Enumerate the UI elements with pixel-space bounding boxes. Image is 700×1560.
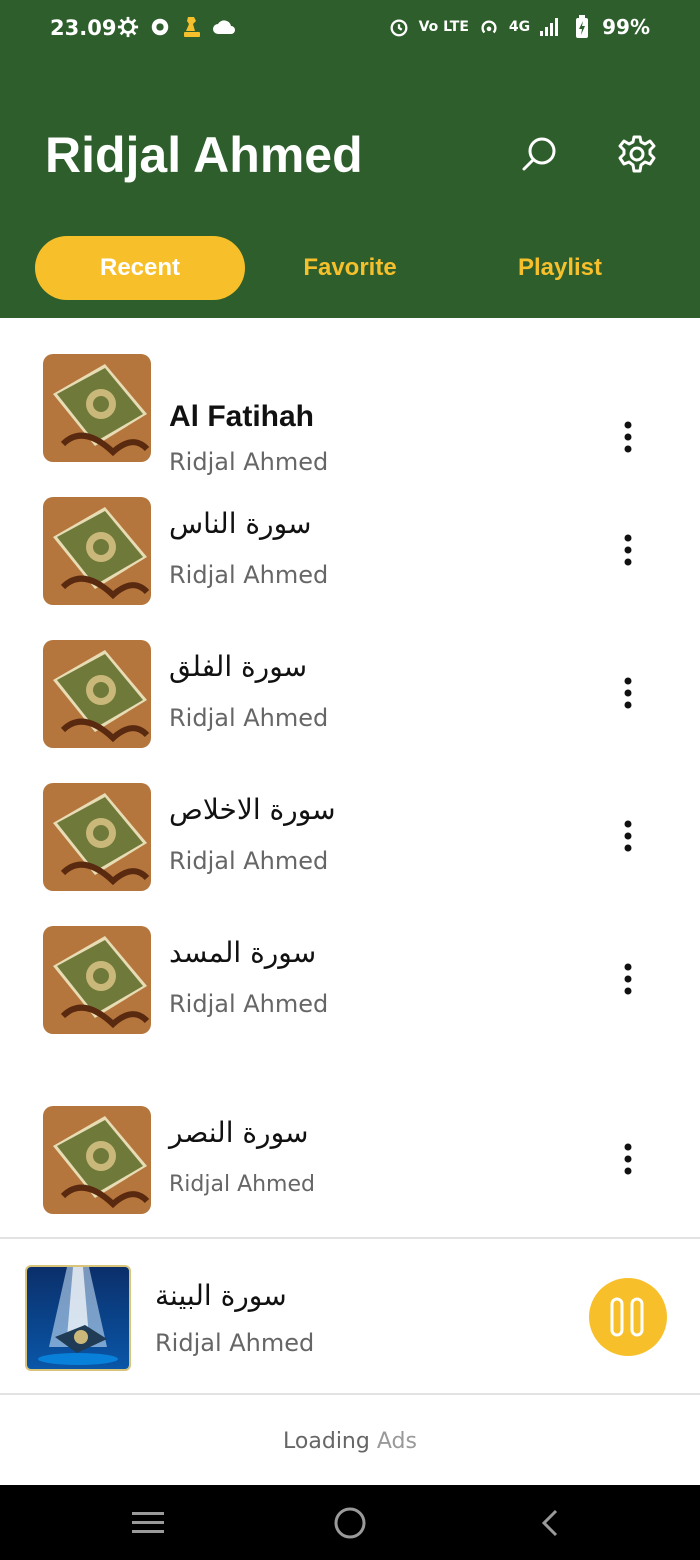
list-item[interactable]: Al Fatihah Ridjal Ahmed bbox=[0, 348, 700, 476]
track-title: Al Fatihah bbox=[169, 400, 315, 433]
hotspot-icon bbox=[477, 15, 501, 39]
track-artist: Ridjal Ahmed bbox=[169, 847, 329, 875]
track-title: سورة الاخلاص bbox=[169, 793, 336, 826]
track-artist: Ridjal Ahmed bbox=[169, 704, 329, 732]
alarm-icon bbox=[387, 15, 411, 39]
more-vert-icon bbox=[624, 677, 632, 709]
settings-button[interactable] bbox=[609, 126, 665, 182]
tab-recent[interactable]: Recent bbox=[35, 236, 245, 300]
back-chevron-icon bbox=[541, 1509, 558, 1537]
more-vert-icon bbox=[624, 1143, 632, 1175]
more-options-button[interactable] bbox=[608, 1134, 648, 1184]
network-type: 4G bbox=[508, 19, 531, 35]
tab-playlist[interactable]: Playlist bbox=[455, 236, 665, 300]
more-options-button[interactable] bbox=[608, 954, 648, 1004]
battery-percent: 99% bbox=[602, 15, 650, 39]
more-vert-icon bbox=[624, 534, 632, 566]
tab-favorite[interactable]: Favorite bbox=[245, 236, 455, 300]
more-options-button[interactable] bbox=[608, 525, 648, 575]
track-title: سورة المسد bbox=[169, 936, 317, 969]
menu-lines-icon bbox=[132, 1512, 164, 1533]
more-options-button[interactable] bbox=[608, 668, 648, 718]
track-thumbnail bbox=[43, 1106, 151, 1214]
list-item[interactable]: سورة الاخلاص Ridjal Ahmed bbox=[0, 777, 700, 897]
status-bar: 23.09 Vo LTE 4G 99% bbox=[0, 0, 700, 58]
now-playing-bar[interactable]: سورة البينة Ridjal Ahmed bbox=[0, 1237, 700, 1395]
gear-icon bbox=[116, 15, 140, 39]
track-list: Al Fatihah Ridjal Ahmed سورة الناس Ridja… bbox=[0, 318, 700, 1238]
track-thumbnail bbox=[43, 497, 151, 605]
ads-loading-text: Loading bbox=[283, 1428, 370, 1454]
now-playing-artwork bbox=[25, 1265, 131, 1371]
track-title: سورة الناس bbox=[169, 507, 312, 540]
more-vert-icon bbox=[624, 421, 632, 453]
ads-label: Ads bbox=[376, 1428, 417, 1454]
recent-apps-button[interactable] bbox=[120, 1497, 176, 1549]
app-header: 23.09 Vo LTE 4G 99% Ridjal Ahmed Recent … bbox=[0, 0, 700, 318]
list-item[interactable]: سورة النصر Ridjal Ahmed bbox=[0, 1100, 700, 1220]
signal-icon bbox=[538, 15, 562, 39]
more-vert-icon bbox=[624, 820, 632, 852]
pause-button[interactable] bbox=[589, 1278, 667, 1356]
page-title: Ridjal Ahmed bbox=[45, 127, 363, 183]
back-button[interactable] bbox=[522, 1497, 578, 1549]
volte-icon: Vo LTE bbox=[418, 19, 469, 35]
track-artist: Ridjal Ahmed bbox=[169, 990, 329, 1018]
cloud-icon bbox=[212, 15, 236, 39]
more-options-button[interactable] bbox=[608, 412, 648, 462]
more-vert-icon bbox=[624, 963, 632, 995]
status-left-icons bbox=[116, 15, 236, 39]
track-thumbnail bbox=[43, 640, 151, 748]
home-circle-icon bbox=[334, 1507, 366, 1539]
more-options-button[interactable] bbox=[608, 811, 648, 861]
status-right-icons: Vo LTE 4G 99% bbox=[387, 15, 650, 39]
track-artist: Ridjal Ahmed bbox=[169, 561, 329, 589]
home-button[interactable] bbox=[322, 1497, 378, 1549]
now-playing-artist: Ridjal Ahmed bbox=[155, 1329, 315, 1357]
tab-bar: Recent Favorite Playlist bbox=[0, 236, 700, 300]
gear-badge-icon bbox=[148, 15, 172, 39]
track-title: سورة الفلق bbox=[169, 650, 308, 683]
track-thumbnail bbox=[43, 926, 151, 1034]
list-item[interactable]: سورة الناس Ridjal Ahmed bbox=[0, 491, 700, 611]
track-thumbnail bbox=[43, 783, 151, 891]
status-time: 23.09 bbox=[50, 16, 117, 40]
search-icon bbox=[522, 137, 556, 171]
track-artist: Ridjal Ahmed bbox=[169, 1172, 315, 1197]
track-artist: Ridjal Ahmed bbox=[169, 448, 329, 476]
now-playing-title: سورة البينة bbox=[155, 1279, 287, 1312]
battery-charging-icon bbox=[570, 15, 594, 39]
chess-icon bbox=[180, 15, 204, 39]
search-button[interactable] bbox=[512, 126, 568, 182]
pause-icon bbox=[610, 1297, 644, 1337]
track-title: سورة النصر bbox=[169, 1116, 309, 1149]
track-thumbnail bbox=[43, 354, 151, 462]
list-item[interactable]: سورة الفلق Ridjal Ahmed bbox=[0, 634, 700, 754]
settings-gear-icon bbox=[618, 135, 656, 173]
ad-banner[interactable]: Loading Ads bbox=[0, 1397, 700, 1485]
list-item[interactable]: سورة المسد Ridjal Ahmed bbox=[0, 920, 700, 1040]
system-nav-bar bbox=[0, 1485, 700, 1560]
